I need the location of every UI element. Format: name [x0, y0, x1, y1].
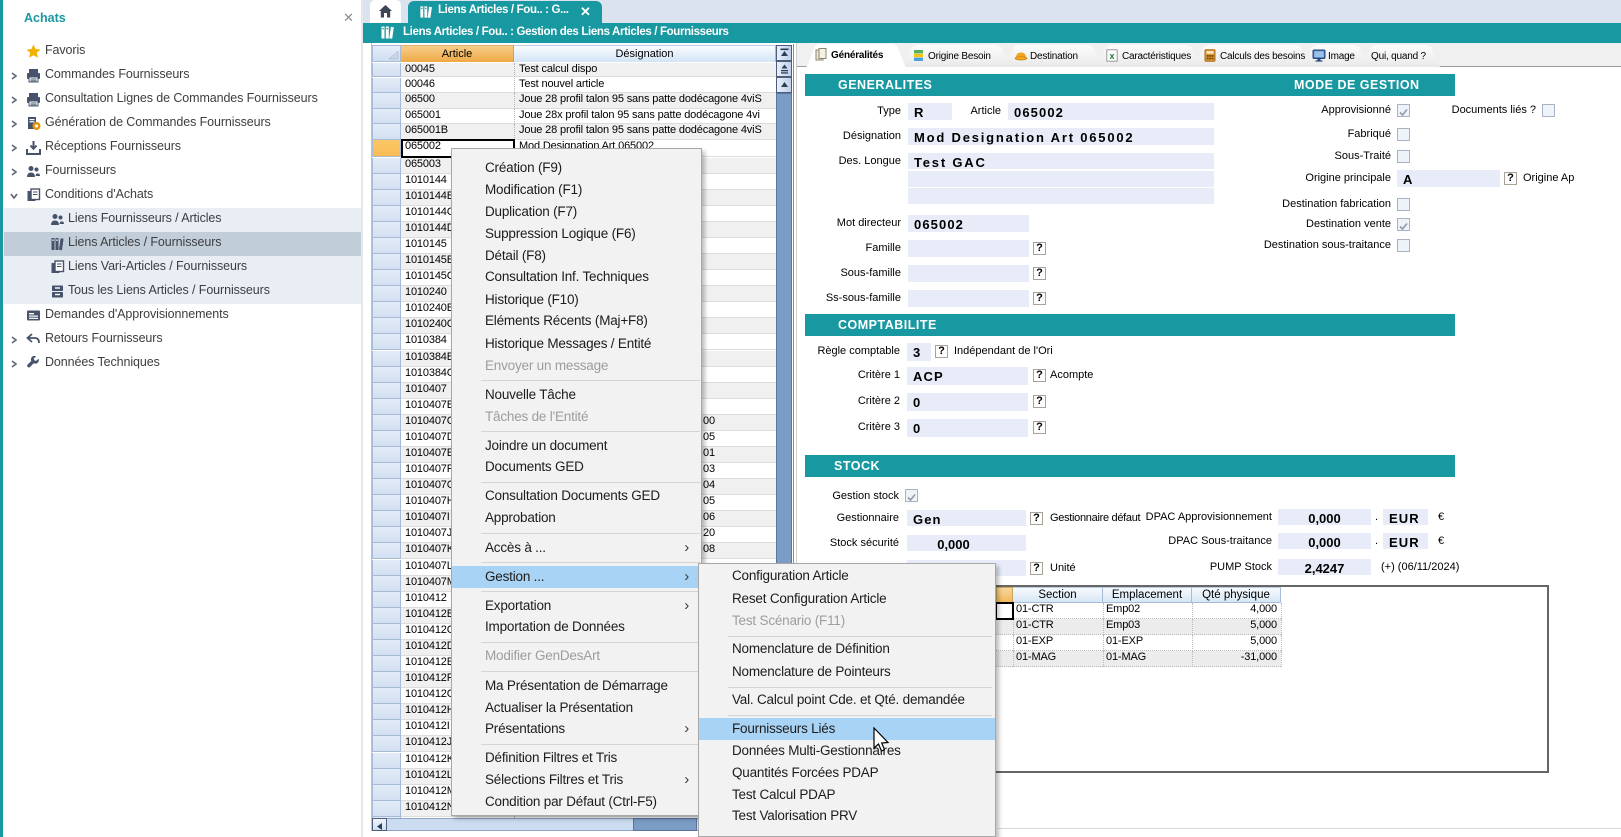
svg-text:x: x	[1109, 51, 1114, 61]
